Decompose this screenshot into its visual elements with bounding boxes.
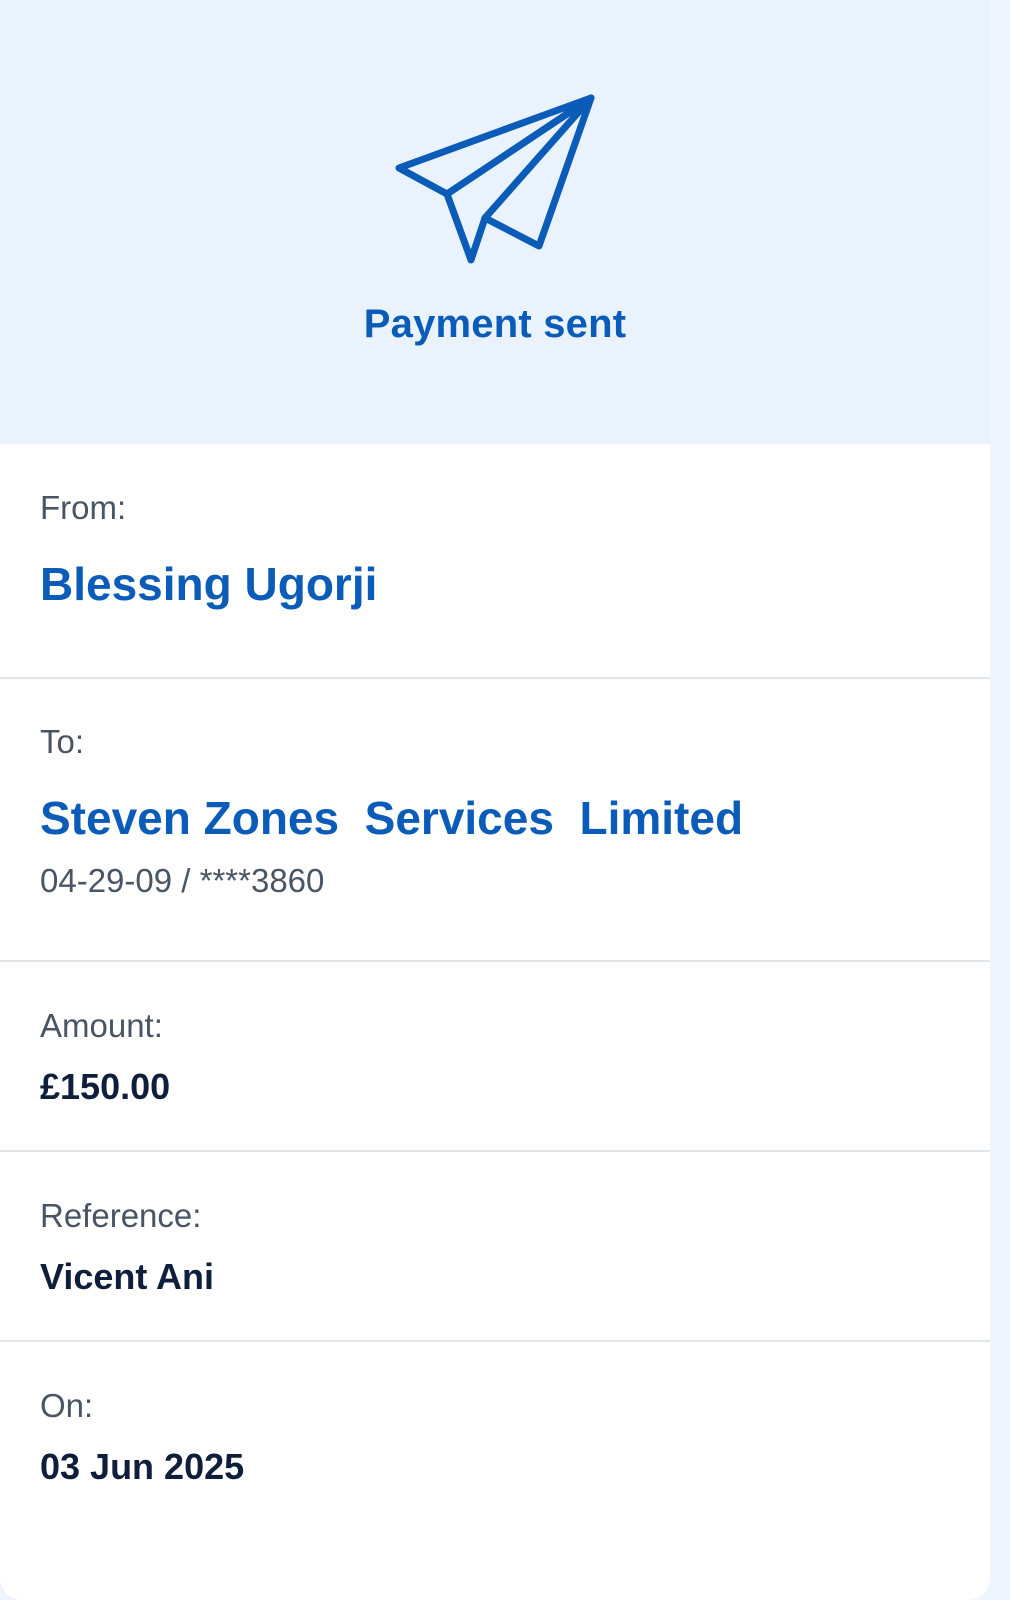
to-section: To: Steven Zones Services Limited 04-29-… [0,679,990,962]
to-label: To: [40,723,85,760]
from-section: From: Blessing Ugorji [0,444,990,679]
payee-account-details: 04-29-09 / ****3860 [40,862,325,899]
from-name: Blessing Ugorji [40,558,378,610]
reference-section: Reference: Vicent Ani [0,1152,990,1342]
reference-value: Vicent Ani [40,1256,215,1297]
confirmation-header: Payment sent [0,0,990,444]
payee-name: Steven Zones Services Limited [40,792,744,844]
date-section: On: 03 Jun 2025 [0,1342,990,1600]
date-value: 03 Jun 2025 [40,1446,245,1487]
amount-value: £150.00 [40,1066,171,1107]
date-label: On: [40,1387,94,1424]
amount-label: Amount: [40,1007,163,1044]
paper-plane-icon [395,94,595,264]
amount-section: Amount: £150.00 [0,962,990,1152]
page-title: Payment sent [363,302,627,346]
from-label: From: [40,489,127,526]
reference-label: Reference: [40,1197,202,1234]
payment-confirmation-card: Payment sent From: Blessing Ugorji To: S… [0,0,990,1600]
